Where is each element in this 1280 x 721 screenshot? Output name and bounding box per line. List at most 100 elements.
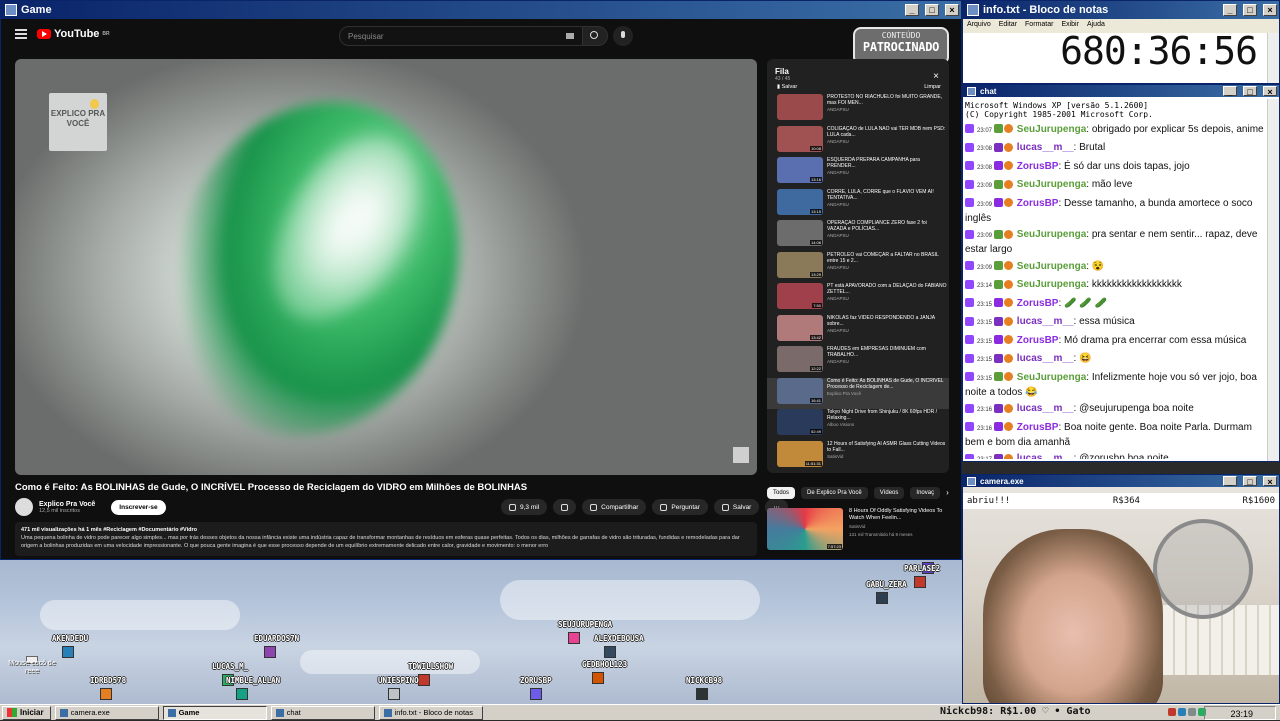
queue-thumbnail[interactable]: 13:29 (777, 251, 823, 278)
task-game[interactable]: Game (162, 705, 267, 720)
maximize-icon[interactable]: □ (1243, 86, 1257, 97)
menu-icon[interactable] (15, 29, 27, 39)
share-button[interactable]: Compartilhar (582, 499, 647, 515)
minimize-icon[interactable]: _ (1223, 86, 1237, 97)
queue-item[interactable]: 16:41 Como é Feito: As BOLINHAS de Gude, … (767, 377, 949, 409)
chat-username[interactable]: ZorusBP (1017, 335, 1059, 346)
chat-username[interactable]: lucas__m__ (1017, 353, 1074, 364)
queue-thumbnail[interactable]: 7:50 (777, 283, 823, 309)
search-button[interactable] (582, 26, 608, 46)
chat-username[interactable]: ZorusBP (1017, 161, 1059, 172)
minimize-icon[interactable]: _ (1223, 476, 1237, 487)
microphone-icon[interactable] (613, 26, 633, 46)
player-avatar-sprite[interactable] (62, 646, 74, 658)
queue-thumbnail[interactable]: 14:08 (777, 220, 823, 246)
queue-thumbnail[interactable]: 13:15 (777, 188, 823, 215)
menu-file[interactable]: Arquivo (967, 21, 991, 31)
video-description[interactable]: 471 mil visualizações há 1 mês #Reciclag… (15, 522, 757, 556)
player-avatar-sprite[interactable] (418, 674, 430, 686)
recommended-thumbnail[interactable]: 7:57:23 (767, 508, 843, 550)
player-avatar-sprite[interactable] (530, 688, 542, 700)
notepad-window[interactable]: info.txt - Bloco de notas _ □ × Arquivo … (962, 0, 1280, 84)
queue-item[interactable]: 13:29 PETRÓLEO vai COMEÇAR a FALTAR no BR… (767, 251, 949, 284)
chip-innovation[interactable]: Inovaç (910, 487, 941, 499)
queue-save-button[interactable]: ▮ Salvar (777, 84, 797, 90)
search-input[interactable]: Pesquisar (339, 26, 583, 46)
queue-item[interactable]: PROTESTO NO RIACHUELO foi MUITO GRANDE, … (767, 94, 949, 126)
chat-username[interactable]: lucas__m__ (1017, 453, 1074, 459)
queue-thumbnail[interactable]: 13:16 (777, 157, 823, 183)
chevron-right-icon[interactable]: › (946, 487, 949, 499)
chat-username[interactable]: ZorusBP (1017, 298, 1059, 309)
subscribe-button[interactable]: Inscrever-se (111, 499, 166, 515)
queue-thumbnail[interactable]: 10:08 (777, 125, 823, 152)
notepad-titlebar[interactable]: info.txt - Bloco de notas _ □ × (963, 1, 1279, 19)
queue-thumbnail[interactable]: 52:49 (777, 409, 823, 435)
chat-username[interactable]: lucas__m__ (1017, 403, 1074, 414)
video-player[interactable]: EXPLICO PRA VOCÊ (15, 59, 757, 475)
minimize-icon[interactable]: _ (1223, 4, 1237, 16)
player-avatar-sprite[interactable] (568, 632, 580, 644)
game-window[interactable]: Game _ □ × YouTube BR Pesquisar CONTEÚDO… (0, 0, 962, 560)
task-notepad[interactable]: info.txt - Bloco de notas (378, 705, 483, 720)
close-icon[interactable]: × (1263, 86, 1277, 97)
player-avatar-sprite[interactable] (100, 688, 112, 700)
task-chat[interactable]: chat (270, 705, 375, 720)
player-avatar-sprite[interactable] (604, 646, 616, 658)
channel-avatar[interactable] (15, 498, 33, 516)
keyboard-icon[interactable] (566, 33, 574, 39)
tray-icon[interactable] (1168, 708, 1176, 716)
minimize-icon[interactable]: _ (905, 4, 919, 16)
close-icon[interactable]: × (1263, 476, 1277, 487)
maximize-icon[interactable]: □ (1243, 476, 1257, 487)
queue-thumbnail[interactable]: 12:22 (777, 346, 823, 372)
camera-titlebar[interactable]: camera.exe _ □ × (963, 475, 1279, 487)
maximize-icon[interactable]: □ (1243, 4, 1257, 16)
player-avatar-sprite[interactable] (264, 646, 276, 658)
chat-username[interactable]: ZorusBP (1017, 198, 1059, 209)
notepad-scrollbar[interactable] (1267, 33, 1279, 83)
queue-thumbnail[interactable]: 16:41 (777, 377, 823, 404)
menu-format[interactable]: Formatar (1025, 21, 1053, 31)
player-avatar-sprite[interactable] (696, 688, 708, 700)
game-titlebar[interactable]: Game _ □ × (1, 1, 961, 19)
chat-window[interactable]: chat _ □ × Microsoft Windows XP [versão … (962, 84, 1280, 462)
queue-item[interactable]: 12:22 FRAUDES em EMPRESAS DIMINUEM com TR… (767, 346, 949, 378)
chat-username[interactable]: lucas__m__ (1017, 142, 1074, 153)
queue-item[interactable]: 11:51:31 12 Hours of Satisfying AI ASMR G… (767, 440, 949, 473)
close-icon[interactable]: × (1263, 4, 1277, 16)
player-avatar-sprite[interactable] (388, 688, 400, 700)
task-camera[interactable]: camera.exe (54, 705, 159, 720)
dislike-button[interactable] (553, 499, 577, 515)
chip-channel[interactable]: De Explico Pra Você (801, 487, 868, 499)
channel-name[interactable]: Explico Pra Você (39, 501, 95, 508)
chat-username[interactable]: lucas__m__ (1017, 316, 1074, 327)
player-avatar-sprite[interactable] (592, 672, 604, 684)
player-avatar-sprite[interactable] (914, 576, 926, 588)
maximize-icon[interactable]: □ (925, 4, 939, 16)
queue-item[interactable]: 13:16 ESQUERDA PREPARA CAMPANHA para PREN… (767, 157, 949, 189)
channel-corner-icon[interactable] (733, 447, 749, 463)
queue-item[interactable]: 14:08 OPERAÇÃO COMPLIANCE ZERO fase 2 foi… (767, 220, 949, 252)
chat-username[interactable]: SeuJurupenga (1017, 229, 1086, 240)
queue-item[interactable]: 13:42 NIKOLAS faz VÍDEO RESPONDENDO a JAN… (767, 314, 949, 347)
chat-username[interactable]: SeuJurupenga (1017, 372, 1086, 383)
queue-thumbnail[interactable]: 11:51:31 (777, 440, 823, 467)
start-button[interactable]: Iniciar (2, 705, 51, 720)
chip-videos[interactable]: Vídeos (873, 487, 905, 499)
chip-all[interactable]: Todos (767, 487, 796, 499)
chat-username[interactable]: ZorusBP (1017, 422, 1059, 433)
chat-username[interactable]: SeuJurupenga (1017, 124, 1086, 135)
camera-window[interactable]: camera.exe _ □ × abriu!!! R$364 R$1600 (962, 474, 1280, 704)
like-button[interactable]: 9,3 mil (501, 499, 548, 515)
youtube-logo[interactable]: YouTube BR (37, 28, 110, 40)
queue-clear-button[interactable]: Limpar (924, 84, 941, 90)
chat-scrollbar[interactable] (1267, 99, 1279, 461)
queue-thumbnail[interactable] (777, 94, 823, 120)
tray-icon[interactable] (1188, 708, 1196, 716)
queue-item[interactable]: 10:08 COLIGAÇÃO de LULA NÃO vai TER MDB n… (767, 125, 949, 158)
chat-username[interactable]: SeuJurupenga (1017, 179, 1086, 190)
tray-icon[interactable] (1178, 708, 1186, 716)
chat-titlebar[interactable]: chat _ □ × (963, 85, 1279, 97)
save-button[interactable]: Salvar (713, 499, 760, 515)
